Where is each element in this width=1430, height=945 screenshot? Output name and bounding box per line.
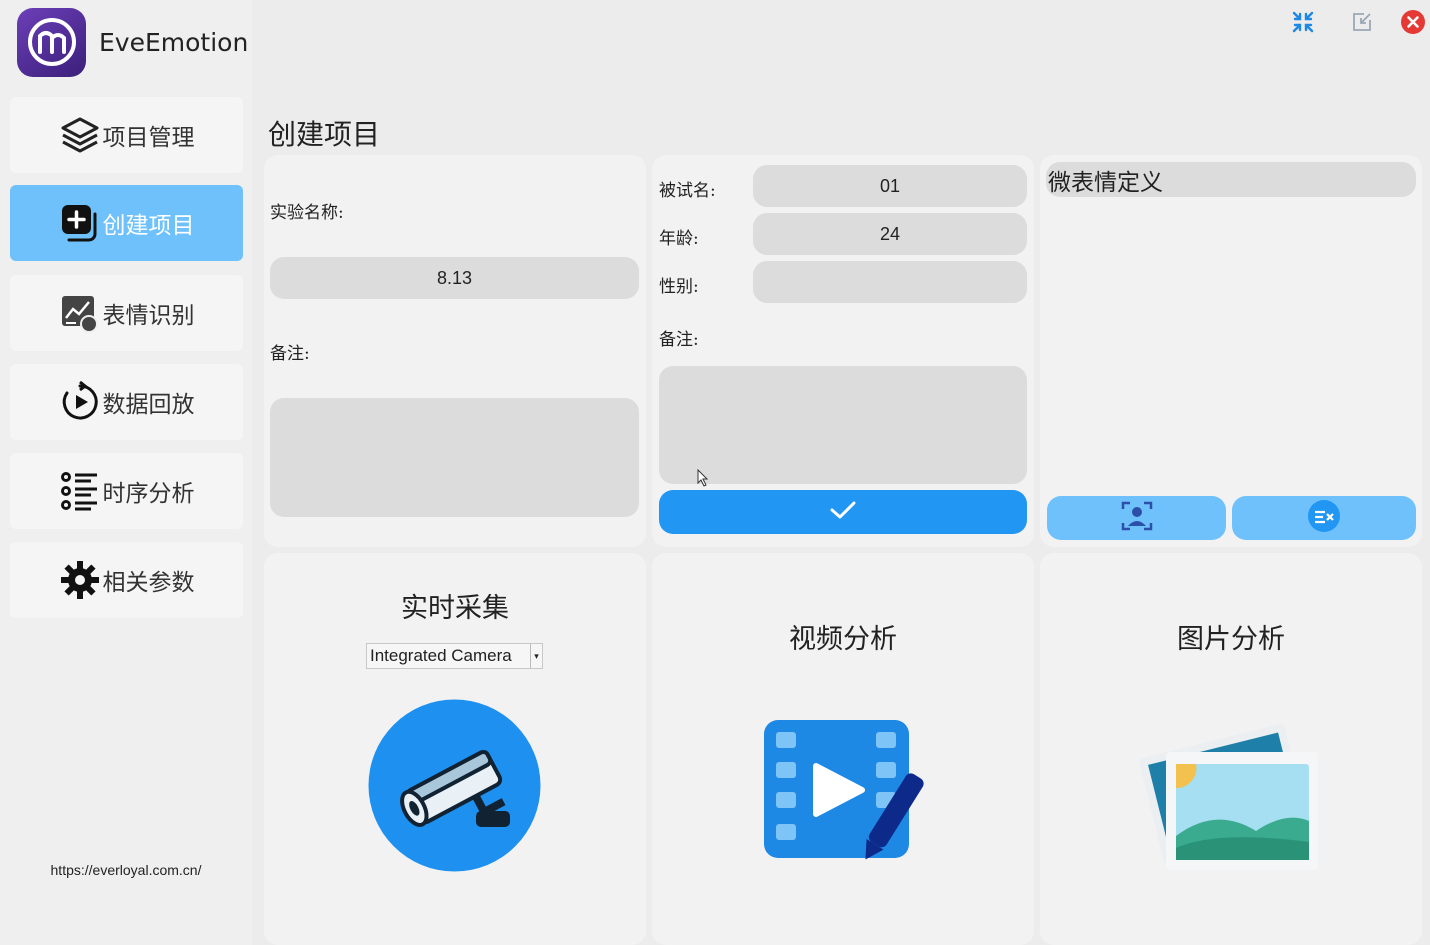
sidebar-item-label: 创建项目 xyxy=(102,212,195,238)
sidebar-item-label: 项目管理 xyxy=(102,124,195,150)
sidebar-item-label: 数据回放 xyxy=(102,391,195,417)
replay-icon xyxy=(59,381,101,423)
face-scan-icon xyxy=(1120,499,1154,538)
sidebar-item-create-project[interactable]: 创建项目 xyxy=(10,185,243,261)
sidebar-item-label: 相关参数 xyxy=(102,569,195,595)
subject-note-textarea[interactable] xyxy=(659,366,1027,484)
app-name: EveEmotion xyxy=(99,27,249,57)
check-icon xyxy=(829,499,857,526)
gender-input[interactable] xyxy=(753,261,1027,303)
gear-icon xyxy=(59,559,101,601)
app-window: EveEmotion 项目管理 创建项目 表情识别 数据回放 时序分析 相关参数… xyxy=(0,0,1430,945)
chart-image-icon xyxy=(59,292,101,334)
experiment-note-label: 备注: xyxy=(270,344,310,364)
confirm-button[interactable] xyxy=(659,490,1027,534)
gender-label: 性别: xyxy=(659,277,699,297)
sidebar-item-project-management[interactable]: 项目管理 xyxy=(10,97,243,173)
age-input[interactable]: 24 xyxy=(753,213,1027,255)
shrink-icon[interactable] xyxy=(1289,8,1317,36)
realtime-capture-title: 实时采集 xyxy=(401,593,509,623)
face-capture-button[interactable] xyxy=(1047,496,1226,540)
image-gallery-icon[interactable] xyxy=(1139,716,1324,872)
list-icon xyxy=(59,470,101,512)
sidebar-item-label: 表情识别 xyxy=(102,302,195,328)
micro-expression-card xyxy=(1040,155,1422,547)
clear-list-icon xyxy=(1307,499,1341,538)
sidebar-item-time-series[interactable]: 时序分析 xyxy=(10,453,243,529)
sidebar-item-data-replay[interactable]: 数据回放 xyxy=(10,364,243,440)
brand: EveEmotion xyxy=(17,7,248,77)
subject-name-label: 被试名: xyxy=(659,181,716,201)
age-label: 年龄: xyxy=(659,229,699,249)
add-project-icon xyxy=(59,202,101,244)
experiment-name-input[interactable]: 8.13 xyxy=(270,257,639,299)
close-icon[interactable] xyxy=(1399,8,1427,36)
experiment-note-textarea[interactable] xyxy=(270,398,639,517)
sidebar-item-parameters[interactable]: 相关参数 xyxy=(10,542,243,618)
camera-select[interactable]: Integrated Camera ▾ xyxy=(366,643,543,669)
cursor-icon xyxy=(697,468,709,492)
sidebar-item-label: 时序分析 xyxy=(102,480,195,506)
app-logo xyxy=(17,7,86,77)
camera-select-value: Integrated Camera xyxy=(370,646,512,665)
experiment-name-label: 实验名称: xyxy=(270,203,344,223)
chevron-down-icon: ▾ xyxy=(530,644,542,668)
restore-icon[interactable] xyxy=(1348,8,1376,36)
image-analysis-title: 图片分析 xyxy=(1177,624,1285,654)
video-analysis-title: 视频分析 xyxy=(789,624,897,654)
video-icon[interactable] xyxy=(764,720,924,870)
subject-name-input[interactable]: 01 xyxy=(753,165,1027,207)
sidebar: EveEmotion 项目管理 创建项目 表情识别 数据回放 时序分析 相关参数… xyxy=(0,0,252,945)
page-title: 创建项目 xyxy=(268,119,381,150)
layers-icon xyxy=(59,114,101,156)
website-link[interactable]: https://everloyal.com.cn/ xyxy=(0,862,252,878)
clear-definition-button[interactable] xyxy=(1232,496,1416,540)
subject-note-label: 备注: xyxy=(659,330,699,350)
sidebar-item-expression-recognition[interactable]: 表情识别 xyxy=(10,275,243,351)
camera-icon[interactable] xyxy=(368,699,541,872)
micro-expression-title: 微表情定义 xyxy=(1046,162,1416,197)
